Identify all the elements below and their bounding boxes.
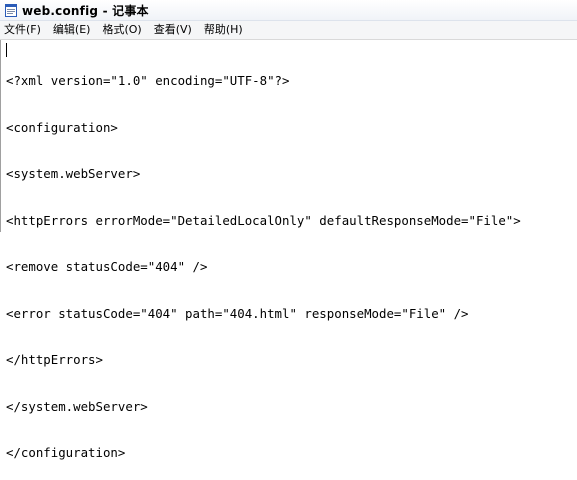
editor-line: <system.webServer> — [6, 166, 141, 181]
menu-edit[interactable]: 编辑(E) — [47, 21, 97, 39]
menu-help[interactable]: 帮助(H) — [198, 21, 249, 39]
notepad-window: web.config - 记事本 文件(F) 编辑(E) 格式(O) 查看(V)… — [0, 0, 577, 460]
window-title: web.config - 记事本 — [22, 3, 149, 18]
notepad-icon[interactable] — [4, 3, 18, 17]
editor-line: </configuration> — [6, 445, 126, 460]
editor-line: <error statusCode="404" path="404.html" … — [6, 305, 469, 321]
menu-view[interactable]: 查看(V) — [148, 21, 198, 39]
text-caret — [6, 43, 7, 57]
editor-line: </system.webServer> — [6, 398, 148, 414]
editor-content[interactable]: <?xml version="1.0" encoding="UTF-8"?> <… — [6, 42, 521, 480]
editor-line: </httpErrors> — [6, 352, 103, 367]
menu-bar: 文件(F) 编辑(E) 格式(O) 查看(V) 帮助(H) — [0, 21, 577, 40]
title-bar[interactable]: web.config - 记事本 — [0, 0, 577, 21]
text-editor[interactable]: <?xml version="1.0" encoding="UTF-8"?> <… — [0, 40, 577, 460]
editor-line: <?xml version="1.0" encoding="UTF-8"?> — [6, 73, 290, 88]
editor-line: <remove statusCode="404" /> — [6, 259, 208, 274]
menu-format[interactable]: 格式(O) — [96, 21, 147, 39]
menu-file[interactable]: 文件(F) — [0, 21, 47, 39]
editor-line: <configuration> — [6, 119, 118, 135]
editor-line: <httpErrors errorMode="DetailedLocalOnly… — [6, 212, 521, 228]
